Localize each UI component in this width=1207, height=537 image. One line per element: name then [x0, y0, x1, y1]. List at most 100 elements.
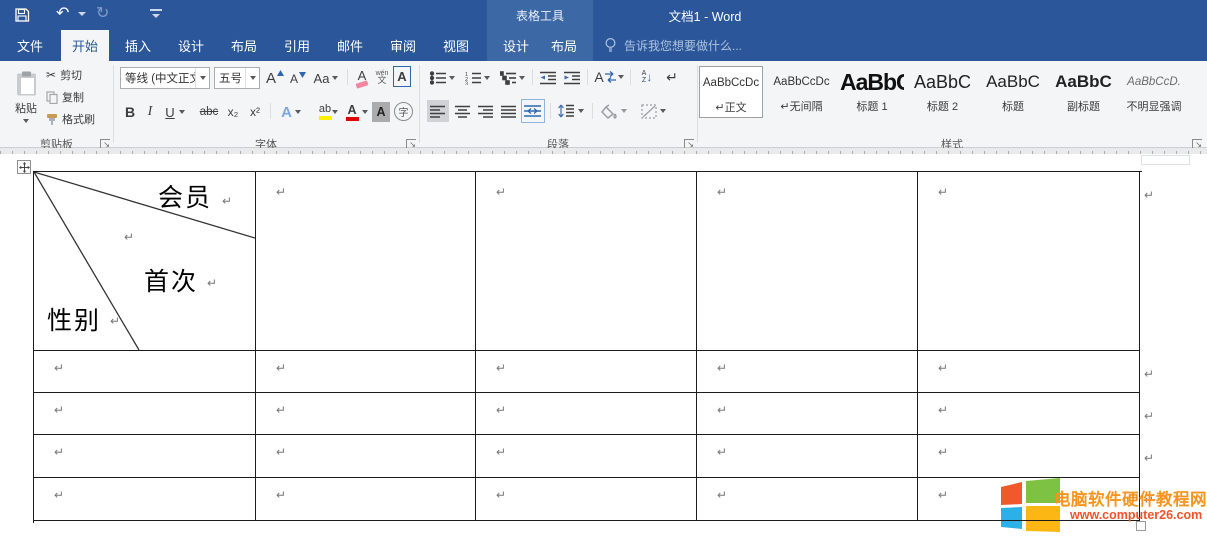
borders-button[interactable] [636, 100, 670, 122]
clear-format-button[interactable]: A [352, 66, 372, 90]
distribute-button[interactable] [521, 99, 545, 123]
table-cell-r2c2[interactable]: ↵ [256, 351, 476, 393]
pilcrow-mark: ↵ [207, 276, 217, 290]
redo-icon[interactable]: ↻ [96, 3, 109, 23]
table-cell-r3c3[interactable]: ↵ [476, 393, 697, 435]
table-cell-r1c2[interactable]: ↵ [256, 172, 476, 351]
table-cell-r3c1[interactable]: ↵ [34, 393, 256, 435]
tab-引用[interactable]: 引用 [273, 30, 321, 61]
bold-button[interactable]: B [122, 101, 138, 123]
tab-file[interactable]: 文件 [8, 30, 52, 61]
table-cell-r2c3[interactable]: ↵ [476, 351, 697, 393]
line-spacing-button[interactable] [555, 100, 587, 122]
table-cell-r1c4[interactable]: ↵ [697, 172, 918, 351]
tab-审阅[interactable]: 审阅 [379, 30, 427, 61]
underline-button[interactable]: U [160, 101, 190, 123]
multilevel-list-button[interactable] [497, 67, 528, 88]
sort-button[interactable]: A Z ↓ [635, 65, 659, 89]
tab-邮件[interactable]: 邮件 [326, 30, 374, 61]
table-cell-r4c4[interactable]: ↵ [697, 435, 918, 478]
table-cell-r2c4[interactable]: ↵ [697, 351, 918, 393]
table-cell-r5c2[interactable]: ↵ [256, 478, 476, 521]
table-cell-r1c3[interactable]: ↵ [476, 172, 697, 351]
document-table[interactable]: 会员 ↵ ↵ 首次 ↵ 性别 ↵ ↵↵↵↵↵↵↵↵↵↵↵↵↵↵↵↵↵↵↵↵↵↵↵… [33, 171, 1142, 523]
font-name-combo[interactable]: 等线 (中文正文 [120, 67, 210, 89]
strikethrough-button[interactable]: abc [196, 101, 222, 123]
font-color-button[interactable]: A [342, 101, 362, 123]
paste-button[interactable]: 粘贴 [6, 64, 46, 130]
pilcrow-mark: ↵ [54, 362, 64, 374]
superscript-button[interactable]: x² [246, 101, 264, 123]
decrease-indent-button[interactable] [537, 67, 559, 88]
show-marks-button[interactable]: ↵ [662, 66, 682, 88]
table-cell-r3c5[interactable]: ↵ [918, 393, 1140, 435]
table-cell-r4c5[interactable]: ↵ [918, 435, 1140, 478]
tab-设计[interactable]: 设计 [167, 30, 215, 61]
clipboard-icon [16, 71, 37, 97]
table-cell-r2c1[interactable]: ↵ [34, 351, 256, 393]
document-area[interactable]: 会员 ↵ ↵ 首次 ↵ 性别 ↵ ↵↵↵↵↵↵↵↵↵↵↵↵↵↵↵↵↵↵↵↵↵↵↵… [0, 154, 1207, 537]
increase-indent-button[interactable] [561, 67, 583, 88]
style-item-3[interactable]: AaBbC标题 1 [840, 66, 904, 118]
format-painter-button[interactable]: 格式刷 [46, 111, 95, 127]
cut-button[interactable]: ✂ 剪切 [46, 67, 82, 83]
table-cell-r1c5[interactable]: ↵ [918, 172, 1140, 351]
character-shading-button[interactable]: A [372, 102, 390, 122]
phonetic-guide-button[interactable]: wén 文 [373, 64, 391, 90]
style-item-4[interactable]: AaBbC标题 2 [911, 66, 975, 118]
character-border-button[interactable]: A [393, 66, 411, 87]
style-item-5[interactable]: AaBbC标题 [981, 66, 1045, 118]
undo-dropdown-icon[interactable] [78, 12, 86, 16]
align-center-button[interactable] [452, 100, 474, 122]
context-tab-布局[interactable]: 布局 [540, 30, 588, 61]
highlight-dropdown-icon[interactable] [332, 110, 338, 114]
justify-button[interactable] [498, 100, 520, 122]
font-size-combo[interactable]: 五号 [214, 67, 260, 89]
change-case-button[interactable]: Aa [311, 66, 341, 90]
table-cell-r3c2[interactable]: ↵ [256, 393, 476, 435]
scrollbar-stub[interactable] [1141, 155, 1190, 165]
bullets-icon [430, 71, 447, 85]
font-color-dropdown-icon[interactable] [362, 110, 368, 114]
save-icon[interactable] [14, 7, 30, 23]
tab-视图[interactable]: 视图 [432, 30, 480, 61]
style-sample: AaBbC [840, 66, 904, 98]
enclose-characters-button[interactable]: 字 [394, 102, 413, 121]
sort-arrow-icon: ↓ [646, 70, 652, 84]
align-right-button[interactable] [475, 100, 497, 122]
table-cell-r4c2[interactable]: ↵ [256, 435, 476, 478]
numbering-button[interactable]: 123 [462, 67, 493, 88]
shading-button[interactable] [598, 100, 630, 122]
style-item-1[interactable]: AaBbCcDc↵正文 [699, 66, 763, 118]
table-cell-r5c3[interactable]: ↵ [476, 478, 697, 521]
tab-布局[interactable]: 布局 [220, 30, 268, 61]
table-cell-r4c1[interactable]: ↵ [34, 435, 256, 478]
shrink-font-button[interactable]: A [288, 68, 308, 90]
style-item-7[interactable]: AaBbCcD.不明显强调 [1122, 66, 1186, 118]
tell-me-box[interactable]: 告诉我您想要做什么... [604, 30, 742, 61]
bullets-button[interactable] [427, 67, 458, 88]
asian-layout-button[interactable]: A [592, 66, 626, 88]
grow-font-button[interactable]: A [264, 66, 286, 90]
style-item-6[interactable]: AaBbC副标题 [1052, 66, 1116, 118]
table-cell-r5c1[interactable]: ↵ [34, 478, 256, 521]
undo-icon[interactable]: ↶ [56, 3, 69, 23]
table-resize-handle[interactable] [1136, 521, 1146, 531]
table-cell-r3c4[interactable]: ↵ [697, 393, 918, 435]
text-effects-button[interactable]: A [276, 101, 306, 123]
table-cell-r2c5[interactable]: ↵ [918, 351, 1140, 393]
context-tab-设计[interactable]: 设计 [492, 30, 540, 61]
italic-button[interactable]: I [143, 101, 157, 123]
style-item-2[interactable]: AaBbCcDc↵无间隔 [770, 66, 834, 118]
subscript-button[interactable]: x₂ [224, 101, 242, 123]
table-cell-r5c4[interactable]: ↵ [697, 478, 918, 521]
table-move-handle[interactable] [17, 160, 31, 174]
pilcrow-mark: ↵ [276, 186, 286, 198]
quick-access-more-icon[interactable] [150, 9, 162, 21]
tab-插入[interactable]: 插入 [114, 30, 162, 61]
diagonal-header-cell[interactable]: 会员 ↵ ↵ 首次 ↵ 性别 ↵ [34, 172, 256, 351]
tab-开始[interactable]: 开始 [61, 30, 109, 61]
align-left-button[interactable] [427, 100, 449, 122]
table-cell-r4c3[interactable]: ↵ [476, 435, 697, 478]
copy-button[interactable]: 复制 [46, 89, 84, 105]
